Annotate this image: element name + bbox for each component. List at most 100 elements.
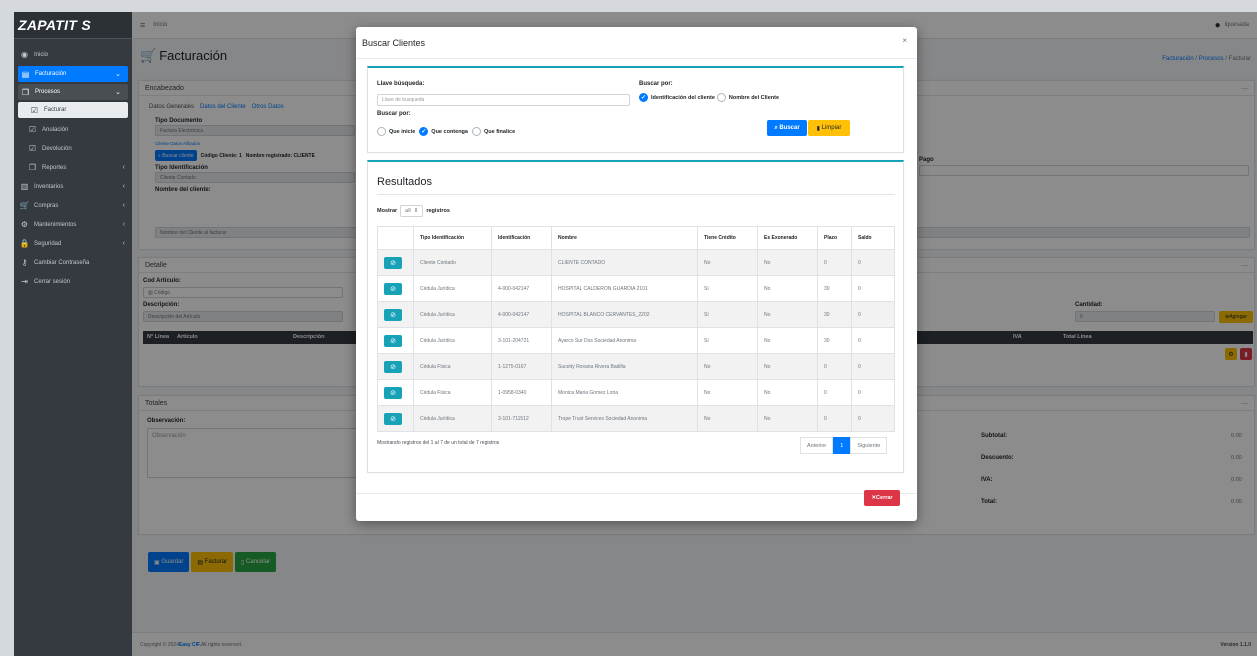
sidebar-item-label: Inicio [34, 51, 49, 58]
pagination-page-1[interactable]: 1 [833, 437, 851, 454]
select-client-button[interactable]: ⊘ [384, 386, 402, 399]
sidebar-item-cerrar-sesion[interactable]: ⇥ Cerrar sesión [14, 272, 132, 291]
buscar-por-match-label: Buscar por: [377, 111, 411, 117]
table-cell: Sí [697, 301, 758, 328]
col-plazo[interactable]: Plazo [817, 226, 852, 250]
sidebar-item-compras[interactable]: 🛒 Compras ‹ [14, 196, 132, 215]
sidebar-item-devolucion[interactable]: ☑ Devolución [14, 139, 132, 158]
table-cell: No [757, 379, 818, 406]
table-cell: 3-101-711512 [491, 405, 552, 432]
select-client-button[interactable]: ⊘ [384, 334, 402, 347]
col-es-exonerado[interactable]: Es Exonerado [757, 226, 818, 250]
sidebar-item-cambiar-contrasena[interactable]: ⚷ Cambiar Contraseña [14, 253, 132, 272]
table-cell: 0 [851, 327, 895, 354]
table-cell: 3-101-204721 [491, 327, 552, 354]
col-saldo[interactable]: Saldo [851, 226, 895, 250]
col-tiene-credito[interactable]: Tiene Crédito [697, 226, 758, 250]
radio-circle-icon [716, 93, 726, 102]
cerrar-button[interactable]: ✕ Cerrar [864, 490, 900, 506]
file-icon: ▤ [21, 69, 30, 79]
table-cell: Cédula Jurídica [413, 301, 492, 328]
table-cell: Sí [697, 327, 758, 354]
llave-busqueda-input[interactable]: Llave de busqueda [377, 94, 630, 106]
col-identificacion[interactable]: Identificación [491, 226, 552, 250]
radio-que-inicie[interactable]: Que inicie [377, 127, 415, 136]
table-cell: No [757, 249, 818, 276]
chevron-left-icon: ‹ [122, 164, 125, 171]
select-cell: ⊘ [377, 405, 414, 432]
sidebar-item-procesos[interactable]: ❐ Procesos ⌄ [18, 84, 128, 100]
mostrar-select[interactable]: all ⇕ [400, 205, 424, 217]
chevron-left-icon: ‹ [122, 183, 125, 190]
key-icon: ⚷ [21, 258, 28, 267]
chevron-down-icon: ⌄ [115, 71, 121, 78]
sidebar-item-facturacion[interactable]: ▤ Facturación ⌄ [18, 66, 128, 82]
table-cell: Sucetty Roxana Rivera Badilla [551, 353, 698, 380]
close-icon[interactable]: × [902, 36, 907, 45]
table-row: ⊘ Cédula Jurídica 3-101-204721 Ayarco Sur D… [377, 327, 895, 354]
llave-label: Llave búsqueda: [377, 81, 425, 87]
sidebar: ZAPATIT S ◉ Inicio ▤ Facturación ⌄ ❐ Proceso… [14, 12, 132, 656]
radio-que-contenga[interactable]: ✓ Que contenga [419, 127, 468, 136]
table-cell: Cédula Física [413, 353, 492, 380]
sidebar-item-anulacion[interactable]: ☑ Anulación [14, 120, 132, 139]
sidebar-item-inicio[interactable]: ◉ Inicio [14, 45, 132, 64]
col-tipo-identificacion[interactable]: Tipo Identificación [413, 226, 492, 250]
table-cell: HOSPITAL CALDERON GUARDIA 2101 [551, 275, 698, 302]
sidebar-item-reportes[interactable]: ❐ Reportes ‹ [14, 158, 132, 177]
limpiar-button[interactable]: ▮ Limpiar [808, 120, 850, 136]
select-client-button[interactable]: ⊘ [384, 282, 402, 295]
checkbox-icon: ☑ [28, 125, 37, 134]
results-table: Tipo Identificación Identificación Nombr… [377, 226, 895, 432]
sidebar-item-facturar[interactable]: ☑ Facturar [18, 102, 128, 118]
table-cell: 0 [817, 379, 852, 406]
radio-identificacion[interactable]: ✓ Identificación del cliente [639, 93, 715, 102]
modal-footer: ✕ Cerrar [356, 490, 917, 521]
barcode-icon: ▥ [20, 182, 29, 191]
sort-icon: ⇕ [413, 208, 419, 214]
sidebar-item-label: Facturar [44, 107, 67, 113]
table-row: ⊘ Cédula Física 1-1275-0167 Sucetty Roxana … [377, 353, 895, 380]
pagination-next[interactable]: Siguiente [850, 437, 888, 454]
chevron-left-icon: ‹ [122, 240, 125, 247]
table-cell: 0 [851, 405, 895, 432]
table-cell: No [697, 249, 758, 276]
table-cell: No [697, 353, 758, 380]
table-cell [491, 249, 552, 276]
sidebar-item-inventarios[interactable]: ▥ Inventarios ‹ [14, 177, 132, 196]
sidebar-item-mantenimientos[interactable]: ⚙ Mantenimientos ‹ [14, 215, 132, 234]
table-cell: 0 [851, 249, 895, 276]
sidebar-item-seguridad[interactable]: 🔒 Seguridad ‹ [14, 234, 132, 253]
divider [377, 194, 895, 195]
search-panel: Llave búsqueda: Llave de busqueda Buscar… [367, 66, 904, 153]
table-cell: 0 [817, 249, 852, 276]
select-cell: ⊘ [377, 379, 414, 406]
pagination-prev[interactable]: Anterior [800, 437, 834, 454]
select-client-button[interactable]: ⊘ [384, 308, 402, 321]
table-cell: 0 [851, 275, 895, 302]
chevron-left-icon: ‹ [122, 202, 125, 209]
col-nombre[interactable]: Nombre [551, 226, 698, 250]
table-cell: 4-000-042147 [491, 275, 552, 302]
table-cell: 4-000-042147 [491, 301, 552, 328]
pagination: Anterior 1 Siguiente [800, 437, 888, 454]
cart-icon: 🛒 [19, 201, 30, 210]
radio-que-finalice[interactable]: Que finalice [471, 127, 515, 136]
resultados-title: Resultados [377, 176, 433, 188]
cogs-icon: ⚙ [20, 220, 29, 229]
select-client-button[interactable]: ⊘ [384, 256, 402, 269]
buscar-button[interactable]: ⌕ Buscar [767, 120, 807, 136]
table-cell: Ayarco Sur Dos Sociedad Anonima [551, 327, 698, 354]
table-row: ⊘ Cédula Física 1-0958-0340 Monica Maria Go… [377, 379, 895, 406]
select-client-button[interactable]: ⊘ [384, 360, 402, 373]
select-cell: ⊘ [377, 275, 414, 302]
radio-nombre-cliente[interactable]: Nombre del Cliente [716, 93, 779, 102]
mostrar-control: Mostrar all ⇕ registros [377, 205, 450, 217]
radio-circle-icon [377, 127, 386, 136]
brand-logo[interactable]: ZAPATIT S [14, 12, 132, 39]
select-client-button[interactable]: ⊘ [384, 412, 402, 425]
sidebar-item-label: Devolución [42, 145, 72, 152]
table-cell: No [757, 353, 818, 380]
modal-title: Buscar Clientes [362, 37, 426, 48]
buscar-por-label: Buscar por: [639, 81, 673, 87]
